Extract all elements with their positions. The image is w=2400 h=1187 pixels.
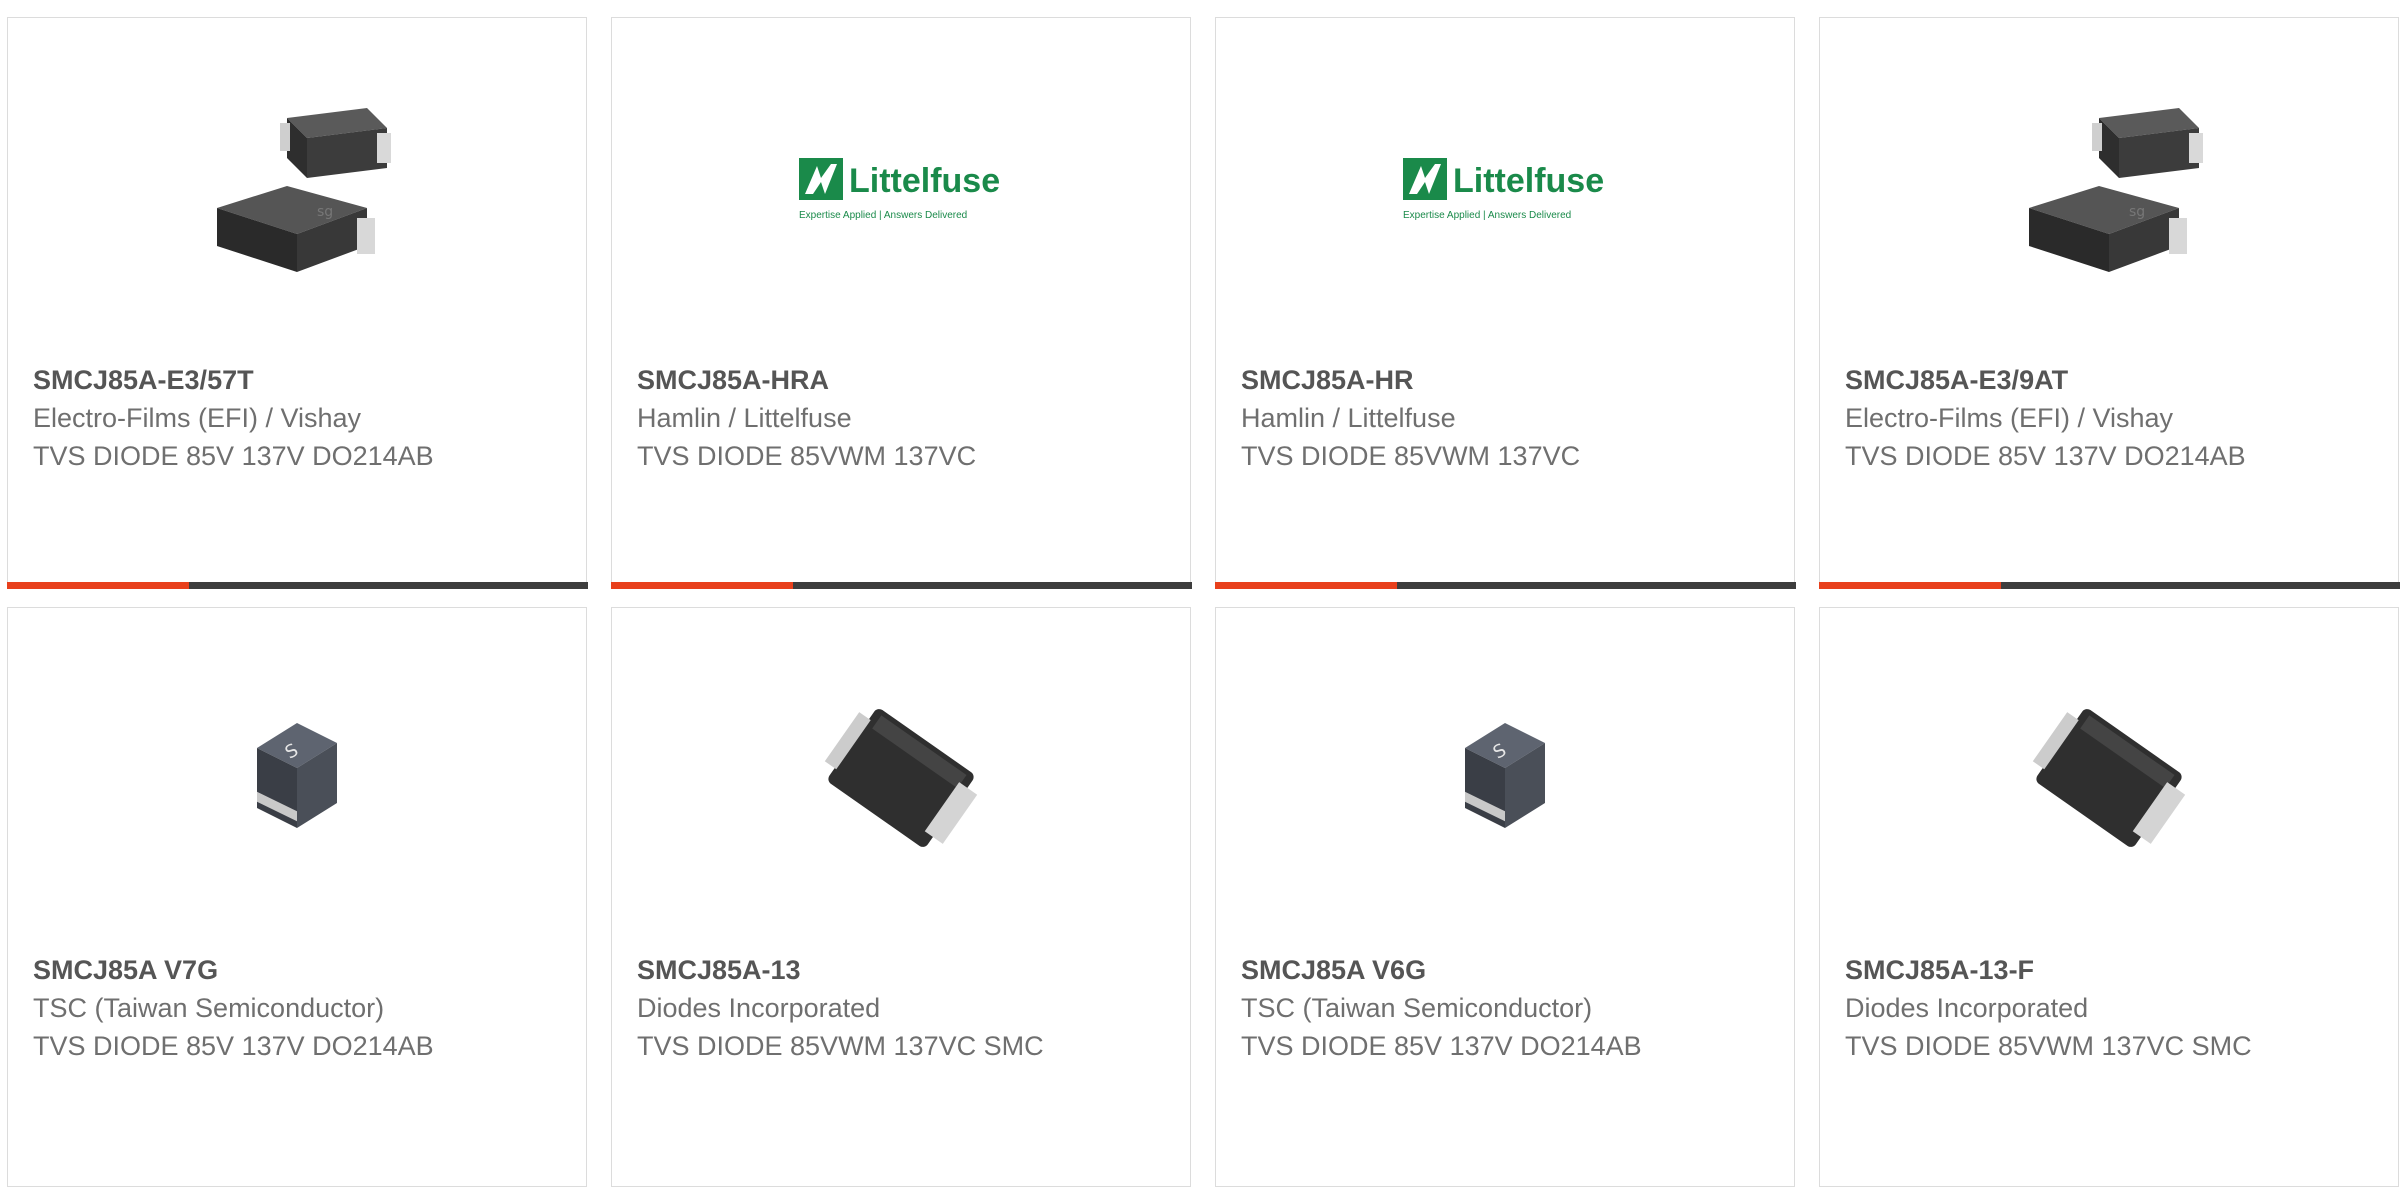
product-info: SMCJ85A-HR Hamlin / Littelfuse TVS DIODE… bbox=[1241, 361, 1774, 475]
logo-text: Littelfuse bbox=[849, 162, 1000, 200]
svg-text:sg: sg bbox=[317, 204, 333, 220]
product-card[interactable]: S SMCJ85A V6G TSC (Taiwan Semiconductor)… bbox=[1215, 607, 1795, 1187]
part-number-link[interactable]: SMCJ85A-13-F bbox=[1845, 951, 2378, 989]
product-info: SMCJ85A V7G TSC (Taiwan Semiconductor) T… bbox=[33, 951, 566, 1065]
product-card[interactable]: SMCJ85A-13 Diodes Incorporated TVS DIODE… bbox=[611, 607, 1191, 1187]
product-info: SMCJ85A-E3/9AT Electro-Films (EFI) / Vis… bbox=[1845, 361, 2378, 475]
product-card[interactable]: Littelfuse Expertise Applied | Answers D… bbox=[1214, 17, 1796, 589]
part-number-link[interactable]: SMCJ85A-E3/9AT bbox=[1845, 361, 2378, 399]
card-footer-bar bbox=[1214, 581, 1796, 589]
product-card[interactable]: SMCJ85A-13-F Diodes Incorporated TVS DIO… bbox=[1819, 607, 2399, 1187]
description-label: TVS DIODE 85V 137V DO214AB bbox=[1241, 1031, 1642, 1061]
product-grid: sg SMCJ85A-E3/57T Electro-Films (EFI) / … bbox=[0, 0, 2400, 1187]
littelfuse-logo[interactable]: Littelfuse Expertise Applied | Answers D… bbox=[1216, 68, 1794, 308]
description-label: TVS DIODE 85V 137V DO214AB bbox=[1845, 441, 2246, 471]
manufacturer-label: TSC (Taiwan Semiconductor) bbox=[33, 993, 385, 1023]
description-label: TVS DIODE 85V 137V DO214AB bbox=[33, 1031, 434, 1061]
manufacturer-label: Electro-Films (EFI) / Vishay bbox=[1845, 403, 2174, 433]
littelfuse-logo[interactable]: Littelfuse Expertise Applied | Answers D… bbox=[612, 68, 1190, 308]
product-info: SMCJ85A-13 Diodes Incorporated TVS DIODE… bbox=[637, 951, 1170, 1065]
svg-text:sg: sg bbox=[2129, 204, 2145, 220]
part-number-link[interactable]: SMCJ85A-13 bbox=[637, 951, 1170, 989]
card-footer-bar bbox=[6, 581, 588, 589]
product-card[interactable]: Littelfuse Expertise Applied | Answers D… bbox=[610, 17, 1192, 589]
product-info: SMCJ85A V6G TSC (Taiwan Semiconductor) T… bbox=[1241, 951, 1774, 1065]
card-accent-bar bbox=[6, 581, 189, 589]
logo-text: Littelfuse bbox=[1453, 162, 1604, 200]
description-label: TVS DIODE 85V 137V DO214AB bbox=[33, 441, 434, 471]
description-label: TVS DIODE 85VWM 137VC SMC bbox=[1845, 1031, 2252, 1061]
card-accent-bar bbox=[1818, 581, 2001, 589]
card-footer-bar bbox=[1818, 581, 2400, 589]
part-number-link[interactable]: SMCJ85A-E3/57T bbox=[33, 361, 566, 399]
logo-tagline: Expertise Applied | Answers Delivered bbox=[1403, 210, 1571, 221]
part-number-link[interactable]: SMCJ85A V6G bbox=[1241, 951, 1774, 989]
manufacturer-label: Diodes Incorporated bbox=[1845, 993, 2089, 1023]
product-info: SMCJ85A-HRA Hamlin / Littelfuse TVS DIOD… bbox=[637, 361, 1170, 475]
product-card[interactable]: sg SMCJ85A-E3/9AT Electro-Films (EFI) / … bbox=[1818, 17, 2400, 589]
manufacturer-label: Diodes Incorporated bbox=[637, 993, 881, 1023]
card-accent-bar bbox=[1214, 581, 1397, 589]
smc-diode-icon[interactable] bbox=[612, 658, 1190, 898]
manufacturer-label: Electro-Films (EFI) / Vishay bbox=[33, 403, 362, 433]
product-info: SMCJ85A-13-F Diodes Incorporated TVS DIO… bbox=[1845, 951, 2378, 1065]
smc-diode-pair-icon[interactable]: sg bbox=[1820, 68, 2398, 308]
card-accent-bar bbox=[610, 581, 793, 589]
tsc-diode-icon[interactable]: S bbox=[8, 658, 586, 898]
product-card[interactable]: S SMCJ85A V7G TSC (Taiwan Semiconductor)… bbox=[7, 607, 587, 1187]
card-footer-bar bbox=[610, 581, 1192, 589]
manufacturer-label: Hamlin / Littelfuse bbox=[637, 403, 852, 433]
logo-tagline: Expertise Applied | Answers Delivered bbox=[799, 210, 967, 221]
smc-diode-icon[interactable] bbox=[1820, 658, 2398, 898]
description-label: TVS DIODE 85VWM 137VC bbox=[1241, 441, 1581, 471]
description-label: TVS DIODE 85VWM 137VC bbox=[637, 441, 977, 471]
tsc-diode-icon[interactable]: S bbox=[1216, 658, 1794, 898]
manufacturer-label: TSC (Taiwan Semiconductor) bbox=[1241, 993, 1593, 1023]
part-number-link[interactable]: SMCJ85A-HRA bbox=[637, 361, 1170, 399]
part-number-link[interactable]: SMCJ85A V7G bbox=[33, 951, 566, 989]
part-number-link[interactable]: SMCJ85A-HR bbox=[1241, 361, 1774, 399]
manufacturer-label: Hamlin / Littelfuse bbox=[1241, 403, 1456, 433]
smc-diode-pair-icon[interactable]: sg bbox=[8, 68, 586, 308]
product-card[interactable]: sg SMCJ85A-E3/57T Electro-Films (EFI) / … bbox=[6, 17, 588, 589]
description-label: TVS DIODE 85VWM 137VC SMC bbox=[637, 1031, 1044, 1061]
product-info: SMCJ85A-E3/57T Electro-Films (EFI) / Vis… bbox=[33, 361, 566, 475]
